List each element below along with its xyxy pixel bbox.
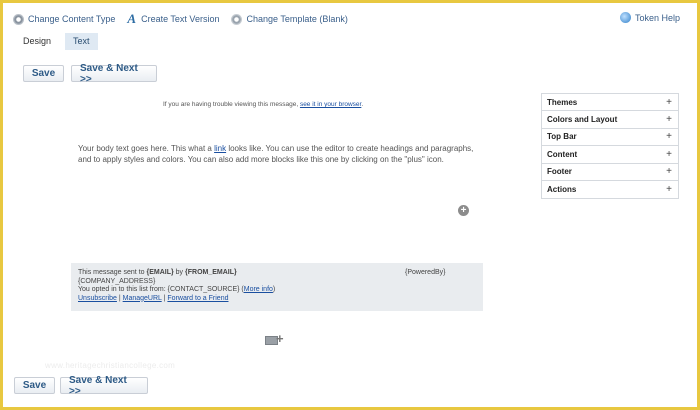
watermark: www.heritagechristiancollege.com: [45, 361, 176, 370]
panel-item-top-bar[interactable]: Top Bar +: [542, 129, 678, 147]
save-button-bottom[interactable]: Save: [14, 377, 55, 394]
expand-plus-icon[interactable]: +: [666, 149, 672, 160]
panel-item-content[interactable]: Content +: [542, 146, 678, 164]
create-text-version-link[interactable]: A Create Text Version: [127, 11, 219, 27]
notice-end: .: [361, 101, 364, 108]
opted-in-text: You opted in to this list from: {CONTACT…: [78, 286, 244, 293]
panel-item-label: Footer: [547, 167, 572, 177]
email-token: {EMAIL}: [146, 269, 174, 276]
tab-design[interactable]: Design: [15, 33, 59, 50]
panel-item-label: Colors and Layout: [547, 115, 618, 125]
token-help-link[interactable]: Token Help: [619, 12, 680, 23]
add-block-plus-icon[interactable]: +: [458, 205, 469, 216]
more-info-link[interactable]: More info: [244, 286, 273, 293]
from-email-token: {FROM_EMAIL}: [185, 269, 237, 276]
footer-links: Unsubscribe | ManageURL | Forward to a F…: [78, 295, 476, 304]
email-footer[interactable]: This message sent to {EMAIL} by {FROM_EM…: [71, 263, 483, 311]
editor-tabs: Design Text: [15, 33, 104, 50]
plus-icon: +: [276, 331, 284, 346]
panel-item-label: Top Bar: [547, 132, 577, 142]
forward-to-friend-link[interactable]: Forward to a Friend: [167, 295, 228, 302]
change-content-type-link[interactable]: Change Content Type: [13, 13, 116, 25]
browser-notice: If you are having trouble viewing this m…: [163, 101, 363, 108]
change-template-label: Change Template (Blank): [246, 14, 348, 24]
help-globe-icon: [619, 12, 631, 23]
expand-plus-icon[interactable]: +: [666, 184, 672, 195]
editor-window: Change Content Type A Create Text Versio…: [3, 3, 697, 407]
panel-item-themes[interactable]: Themes +: [542, 94, 678, 112]
body-text-part-1: Your body text goes here. This what a: [78, 144, 215, 153]
company-address-token: {COMPANY_ADDRESS}: [78, 277, 156, 285]
unsubscribe-link[interactable]: Unsubscribe: [78, 295, 117, 302]
text-a-icon: A: [127, 11, 137, 26]
opted-end: ): [272, 286, 276, 293]
body-link[interactable]: link: [214, 144, 226, 153]
expand-plus-icon[interactable]: +: [666, 97, 672, 108]
save-button-top[interactable]: Save: [23, 65, 64, 82]
template-icon: [231, 13, 243, 25]
save-next-button-top[interactable]: Save & Next >>: [71, 63, 157, 85]
change-template-link[interactable]: Change Template (Blank): [231, 13, 348, 25]
create-text-version-label: Create Text Version: [141, 14, 220, 24]
expand-plus-icon[interactable]: +: [666, 166, 672, 177]
view-in-browser-link[interactable]: see it in your browser: [300, 101, 361, 108]
email-body-text[interactable]: Your body text goes here. This what a li…: [78, 143, 478, 165]
notice-text: If you are having trouble viewing this m…: [163, 101, 300, 108]
gear-icon: [13, 13, 24, 25]
side-panel: Themes + Colors and Layout + Top Bar + Cont…: [541, 93, 679, 200]
add-content-block-icon[interactable]: +: [265, 331, 287, 347]
panel-item-footer[interactable]: Footer +: [542, 164, 678, 181]
opt-in-line: You opted in to this list from: {CONTACT…: [78, 286, 476, 295]
powered-by-token: {PoweredBy}: [405, 269, 446, 276]
expand-plus-icon[interactable]: +: [666, 131, 672, 142]
tab-text[interactable]: Text: [65, 33, 98, 50]
by-text: by: [173, 269, 186, 276]
panel-item-actions[interactable]: Actions +: [542, 181, 678, 198]
expand-plus-icon[interactable]: +: [666, 114, 672, 125]
change-content-type-label: Change Content Type: [28, 14, 116, 24]
manage-url-link[interactable]: ManageURL: [123, 295, 162, 302]
panel-item-label: Actions: [547, 185, 577, 195]
sent-prefix: This message sent to: [78, 269, 147, 276]
panel-item-label: Content: [547, 149, 578, 159]
save-next-button-bottom[interactable]: Save & Next >>: [60, 375, 148, 397]
token-help-label: Token Help: [634, 12, 680, 23]
panel-item-colors-and-layout[interactable]: Colors and Layout +: [542, 111, 678, 129]
panel-item-label: Themes: [547, 97, 578, 107]
top-toolbar: Change Content Type A Create Text Versio…: [13, 11, 360, 27]
